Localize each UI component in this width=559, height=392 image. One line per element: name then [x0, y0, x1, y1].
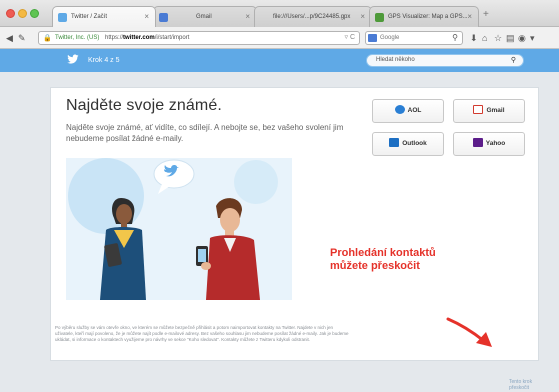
google-icon — [368, 34, 377, 42]
yahoo-icon — [472, 137, 483, 147]
tab-file[interactable]: file:///Users/...p/9C24485.gpx × — [254, 6, 372, 27]
aol-icon — [394, 104, 405, 114]
menu-chevron-icon[interactable]: ▾ — [530, 33, 535, 43]
provider-label: Outlook — [402, 140, 427, 147]
page-description: Najděte svoje známé, ať vidíte, co sdíle… — [66, 123, 344, 143]
onboarding-step-label: Krok 4 z 5 — [88, 57, 120, 64]
browser-tab-bar: Twitter / Začít × Gmail × file:///Users/… — [0, 0, 559, 27]
tab-twitter[interactable]: Twitter / Začít × — [52, 6, 156, 27]
tab-label: GPS Visualizer: Map a GPS... — [388, 14, 468, 20]
skip-annotation: Prohledání kontaktů můžete přeskočit — [330, 247, 480, 273]
gmail-button[interactable]: Gmail — [453, 99, 525, 123]
minimize-window-button[interactable] — [18, 9, 27, 18]
search-engine-label: Google — [380, 35, 400, 41]
tab-label: Gmail — [196, 14, 212, 20]
search-icon[interactable]: ⚲ — [511, 55, 516, 66]
url-domain: twitter.com — [123, 35, 155, 41]
twitter-search-placeholder: Hledat někoho — [376, 57, 415, 63]
bookmark-star-icon[interactable]: ☆ — [494, 33, 502, 43]
lock-icon: 🔒 — [43, 35, 52, 42]
provider-label: AOL — [407, 107, 422, 114]
page-content: Krok 4 z 5 Hledat někoho ⚲ Najděte svoje… — [0, 49, 559, 392]
tab-label: file:///Users/...p/9C24485.gpx — [273, 14, 351, 20]
addon-icon[interactable]: ◉ — [518, 33, 526, 43]
people-illustration — [66, 158, 292, 300]
new-tab-icon[interactable]: + — [483, 10, 489, 20]
zoom-window-button[interactable] — [30, 9, 39, 18]
twitter-bird-icon[interactable] — [67, 54, 79, 65]
close-tab-icon[interactable]: × — [144, 7, 149, 27]
yahoo-button[interactable]: Yahoo — [453, 132, 525, 156]
close-tab-icon[interactable]: × — [360, 7, 365, 27]
download-icon[interactable]: ⬇ — [470, 33, 478, 43]
provider-label: Yahoo — [485, 140, 506, 147]
skip-step-link[interactable]: Tento krok přeskočit — [509, 379, 538, 391]
reload-icon[interactable]: ▿ C — [344, 32, 355, 44]
red-arrow-icon — [446, 317, 492, 347]
bookmarks-icon[interactable]: ▤ — [506, 33, 515, 43]
url-prefix: https:// — [105, 35, 124, 41]
home-icon[interactable]: ⌂ — [482, 33, 487, 43]
aol-button[interactable]: AOL — [372, 99, 444, 123]
twitter-favicon-icon — [58, 13, 67, 22]
gmail-favicon-icon — [159, 13, 168, 22]
gps-favicon-icon — [375, 13, 384, 22]
twitter-top-bar: Krok 4 z 5 Hledat někoho ⚲ — [0, 49, 559, 72]
outlook-icon — [389, 137, 400, 147]
privacy-note: Po výběru služby se vám otevře okno, ve … — [55, 325, 349, 342]
tab-label: Twitter / Začít — [71, 14, 108, 20]
back-icon[interactable]: ◀ — [6, 32, 13, 45]
page-title: Najděte svoje známé. — [66, 97, 222, 114]
outlook-button[interactable]: Outlook — [372, 132, 444, 156]
browser-search-field[interactable]: Google ⚲ — [365, 31, 463, 45]
url-path: /i/start/import — [154, 35, 190, 41]
tab-gps-visualizer[interactable]: GPS Visualizer: Map a GPS... × — [369, 6, 479, 27]
extension-icon[interactable]: ✎ — [18, 32, 26, 45]
tab-gmail[interactable]: Gmail × — [153, 6, 257, 27]
provider-label: Gmail — [486, 107, 505, 114]
gmail-icon — [473, 104, 484, 114]
twitter-search-input[interactable]: Hledat někoho ⚲ — [366, 54, 524, 67]
browser-toolbar: ◀ ✎ 🔒 Twitter, Inc. (US) https://twitter… — [0, 27, 559, 49]
annotation-line-1: Prohledání kontaktů — [330, 247, 436, 259]
close-tab-icon[interactable]: × — [467, 7, 472, 27]
annotation-line-2: můžete přeskočit — [330, 260, 420, 272]
close-tab-icon[interactable]: × — [245, 7, 250, 27]
secure-identity-label: Twitter, Inc. (US) — [55, 35, 100, 41]
address-bar[interactable]: 🔒 Twitter, Inc. (US) https://twitter.com… — [38, 31, 360, 45]
search-icon[interactable]: ⚲ — [452, 32, 458, 44]
close-window-button[interactable] — [6, 9, 15, 18]
